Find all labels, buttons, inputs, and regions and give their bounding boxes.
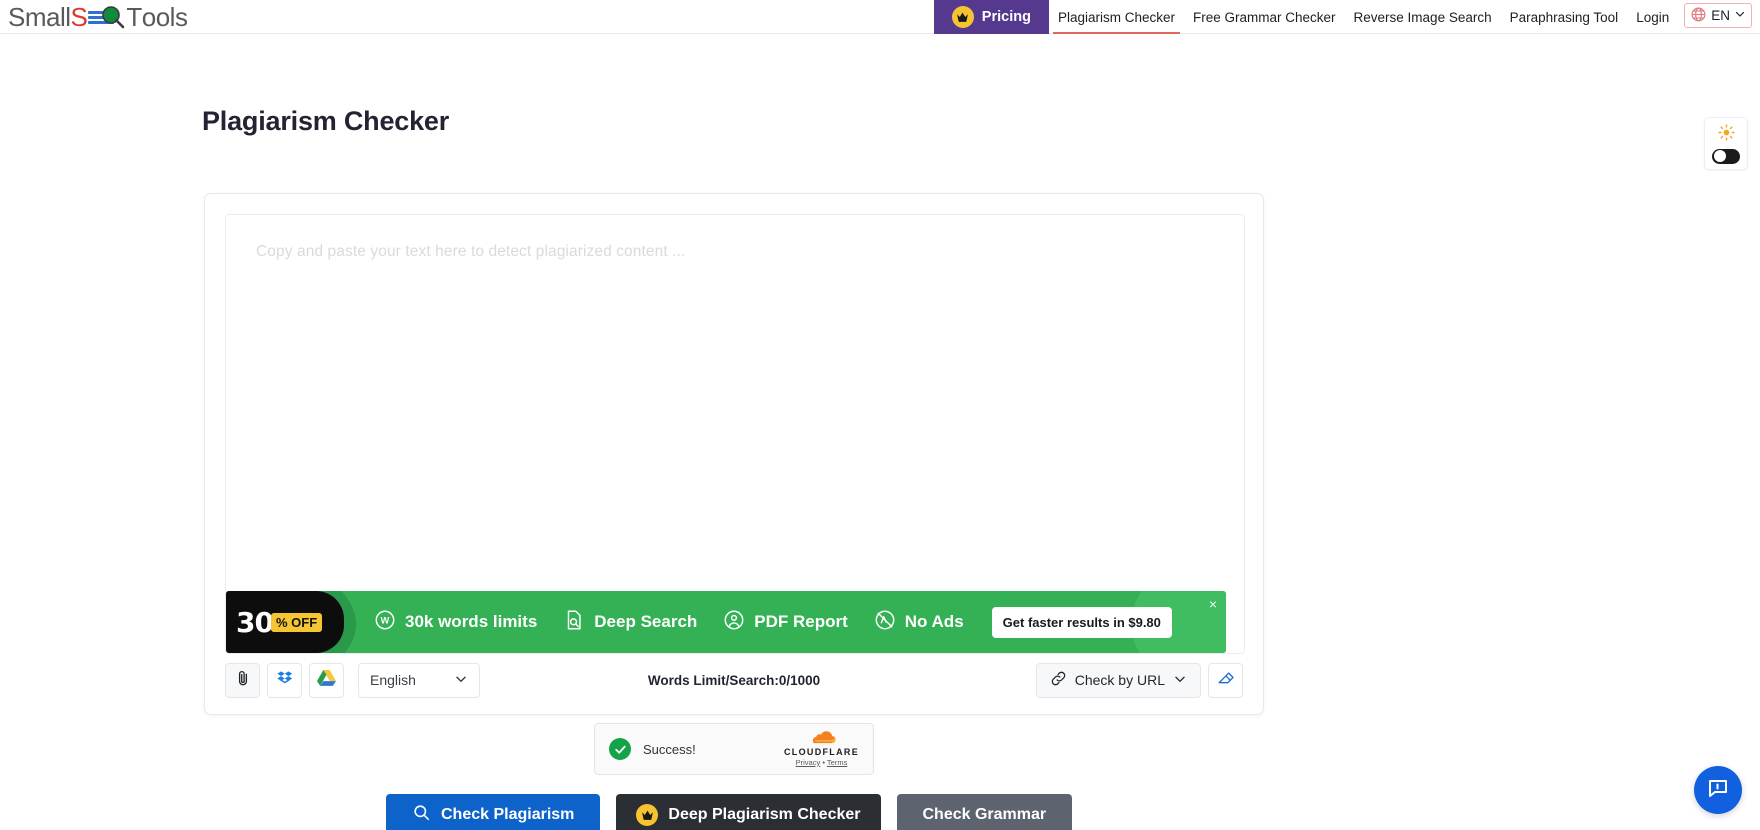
nav-pricing-label: Pricing — [981, 9, 1031, 25]
promo-feature-label: PDF Report — [754, 612, 848, 631]
turnstile-status-label: Success! — [643, 741, 696, 757]
promo-feature-deep-search: Deep Search — [563, 609, 697, 636]
pdf-report-icon — [723, 609, 745, 636]
promo-feature-label: No Ads — [904, 612, 964, 631]
chevron-down-icon — [1173, 672, 1187, 689]
check-by-url-label: Check by URL — [1074, 672, 1165, 688]
top-navigation-bar: Small S Tools Pricing Plagiarism Checker … — [0, 0, 1760, 34]
deep-plagiarism-checker-button[interactable]: Deep Plagiarism Checker — [616, 794, 881, 830]
discount-badge: 30 % OFF — [226, 591, 344, 653]
cloudflare-turnstile-widget[interactable]: Success! CLOUDFLARE Privacy • Terms — [594, 723, 874, 775]
editor-toolbar: English Words Limit/Search:0/1000 Check … — [225, 660, 1243, 700]
promo-features: W 30k words limits Deep Search PDF Repor… — [374, 609, 964, 636]
cloudflare-wordmark: CLOUDFLARE — [784, 746, 859, 757]
promo-feature-words: W 30k words limits — [374, 609, 537, 636]
nav-pricing-button[interactable]: Pricing — [933, 0, 1049, 34]
check-grammar-button[interactable]: Check Grammar — [896, 794, 1073, 830]
plagiarism-input-card: Copy and paste your text here to detect … — [204, 193, 1264, 715]
nav-item-label: Free Grammar Checker — [1193, 9, 1336, 25]
promo-feature-label: 30k words limits — [405, 612, 538, 631]
theme-switch[interactable] — [1712, 148, 1740, 164]
page-title: Plagiarism Checker — [202, 106, 450, 136]
eraser-icon — [1216, 668, 1235, 692]
promo-feature-pdf-report: PDF Report — [723, 609, 848, 636]
logo-text-t: T — [126, 1, 142, 32]
dropbox-import-button[interactable] — [267, 662, 302, 698]
discount-suffix: % OFF — [270, 612, 323, 632]
close-icon[interactable]: × — [1209, 597, 1217, 611]
check-plagiarism-button[interactable]: Check Plagiarism — [386, 794, 601, 830]
switch-knob — [1713, 150, 1726, 162]
nav-item-login[interactable]: Login — [1627, 0, 1678, 34]
logo-letter-s: S — [70, 1, 88, 32]
dropbox-icon — [275, 668, 294, 692]
logo-wordmark: Small S Tools — [8, 1, 188, 33]
logo-text-ools: ools — [141, 1, 188, 32]
crown-icon — [636, 804, 659, 826]
svg-text:W: W — [381, 615, 390, 625]
paperclip-icon — [234, 669, 252, 692]
word-limit-counter: Words Limit/Search:0/1000 — [647, 672, 821, 688]
promo-cta-button[interactable]: Get faster results in $9.80 — [991, 606, 1172, 638]
theme-toggle[interactable] — [1704, 117, 1748, 170]
chat-bubble-icon — [1706, 776, 1730, 805]
site-logo[interactable]: Small S Tools — [0, 0, 188, 34]
google-drive-icon — [317, 669, 336, 691]
nav-item-label: Login — [1636, 9, 1670, 25]
nav-item-label: Plagiarism Checker — [1057, 9, 1175, 25]
sun-icon — [1717, 123, 1735, 146]
language-selector[interactable]: EN — [1684, 3, 1752, 28]
action-buttons: Check Plagiarism Deep Plagiarism Checker… — [386, 794, 1073, 830]
promo-feature-no-ads: No Ads — [874, 609, 964, 636]
editor-language-value: English — [370, 672, 416, 688]
page-body: Plagiarism Checker Copy and paste your t… — [0, 34, 1760, 830]
promo-feature-label: Deep Search — [594, 612, 698, 631]
deep-plagiarism-label: Deep Plagiarism Checker — [668, 806, 861, 823]
globe-icon — [1690, 6, 1707, 26]
nav-links: Pricing Plagiarism Checker Free Grammar … — [933, 0, 1760, 34]
magnifier-icon — [101, 5, 125, 29]
chevron-down-icon — [454, 672, 468, 689]
nav-item-reverse-image-search[interactable]: Reverse Image Search — [1345, 0, 1501, 34]
check-plagiarism-label: Check Plagiarism — [441, 806, 575, 823]
editor-placeholder: Copy and paste your text here to detect … — [256, 243, 686, 260]
nav-item-label: Paraphrasing Tool — [1509, 9, 1619, 25]
crown-icon — [951, 6, 974, 28]
nav-item-free-grammar-checker[interactable]: Free Grammar Checker — [1184, 0, 1345, 34]
check-grammar-label: Check Grammar — [922, 806, 1047, 823]
toolbar-left-group: English — [225, 662, 480, 698]
terms-link[interactable]: Terms — [827, 758, 847, 767]
logo-text-small: Small — [8, 1, 71, 32]
chevron-down-icon — [1734, 8, 1746, 23]
editor-language-select[interactable]: English — [358, 662, 480, 698]
nav-item-paraphrasing-tool[interactable]: Paraphrasing Tool — [1501, 0, 1628, 34]
no-ads-icon — [874, 609, 896, 636]
discount-number: 30 — [236, 605, 274, 639]
link-icon — [1050, 670, 1067, 690]
clear-text-button[interactable] — [1208, 662, 1243, 698]
success-check-icon — [609, 738, 631, 760]
chat-support-button[interactable] — [1694, 766, 1742, 814]
upload-file-button[interactable] — [225, 662, 260, 698]
cloudflare-branding: CLOUDFLARE Privacy • Terms — [784, 731, 859, 767]
search-icon — [412, 803, 431, 827]
promo-banner: 30 % OFF W 30k words limits Deep Search … — [226, 591, 1226, 653]
turnstile-links: Privacy • Terms — [796, 757, 848, 767]
privacy-link[interactable]: Privacy — [796, 758, 821, 767]
deep-search-icon — [563, 609, 585, 636]
language-value: EN — [1711, 8, 1730, 23]
check-by-url-button[interactable]: Check by URL — [1035, 662, 1201, 698]
link-separator: • — [822, 757, 825, 767]
text-editor-area[interactable]: Copy and paste your text here to detect … — [225, 214, 1245, 654]
nav-item-plagiarism-checker[interactable]: Plagiarism Checker — [1049, 0, 1184, 34]
word-count-icon: W — [374, 609, 396, 636]
nav-item-label: Reverse Image Search — [1353, 9, 1492, 25]
toolbar-right-group: Check by URL — [1035, 662, 1243, 698]
google-drive-import-button[interactable] — [309, 662, 344, 698]
